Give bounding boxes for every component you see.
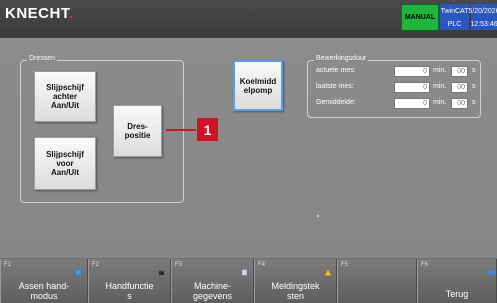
f5-empty-button[interactable]: F5 [337, 259, 417, 303]
document-icon [241, 263, 248, 276]
laatste-mes-sec-unit: s [472, 83, 476, 90]
screen-dot [317, 215, 319, 217]
dressen-group-title: Dressen [27, 55, 58, 62]
f4-label: Meldingstek sten [271, 281, 320, 301]
f4-key-number: F4 [258, 262, 266, 268]
slijpschijf-achter-button[interactable]: Slijpschijf achter Aan/Uit [34, 71, 96, 122]
f2-label: Handfunctie s [105, 281, 154, 301]
f2-handfuncties-button[interactable]: F2 Handfunctie s [88, 259, 171, 303]
globe-icon [75, 263, 82, 276]
f6-terug-button[interactable]: F6 Terug [417, 259, 497, 303]
f6-key-number: F6 [421, 262, 429, 268]
actuele-mes-label: actuele mes: [316, 67, 356, 74]
f2-key-number: F2 [92, 262, 100, 268]
koelmiddelpomp-button[interactable]: Koelmidd elpomp [233, 60, 283, 111]
f3-label: Machine- gegevens [192, 281, 233, 301]
back-arrow-icon [487, 263, 496, 276]
f1-assen-handmodus-button[interactable]: F1 Assen hand- modus [0, 259, 88, 303]
callout-marker: 1 [197, 118, 218, 141]
mode-indicator: MANUAL [401, 4, 439, 31]
laatste-mes-label: laatste mes: [316, 83, 354, 90]
time-display: 12:53:46 [470, 18, 497, 30]
laatste-mes-sec-value: 00 [451, 82, 468, 93]
f3-machinegegevens-button[interactable]: F3 Machine- gegevens [171, 259, 254, 303]
callout-pointer-line [166, 129, 196, 131]
f4-meldingsteksten-button[interactable]: F4 Meldingstek sten [254, 259, 337, 303]
warning-icon [323, 263, 333, 276]
laatste-mes-min-unit: min. [433, 83, 447, 90]
bewerkingsduur-group-title: Bewerkingsduur [314, 55, 369, 62]
f6-label: Terug [445, 289, 469, 299]
actuele-mes-min-unit: min. [433, 67, 447, 74]
actuele-mes-sec-value: 00 [451, 66, 468, 77]
gemiddelde-sec-unit: s [472, 99, 476, 106]
slijpschijf-voor-button[interactable]: Slijpschijf voor Aan/Uit [34, 137, 96, 190]
f3-key-number: F3 [175, 262, 183, 268]
gemiddelde-label: Gemiddelde: [316, 99, 356, 106]
f1-label: Assen hand- modus [18, 281, 70, 301]
actuele-mes-min-value: 0 [394, 66, 430, 77]
f5-key-number: F5 [341, 262, 349, 268]
drespositie-button[interactable]: Dres- positie [113, 105, 162, 157]
plc-indicator: PLC [440, 18, 469, 30]
actuele-mes-sec-unit: s [472, 67, 476, 74]
date-display: 5/20/2026 [468, 4, 497, 18]
twincat-indicator: TwinCAT [440, 4, 469, 18]
knecht-logo: KNECHT. [5, 5, 74, 22]
gemiddelde-min-value: 0 [394, 98, 430, 109]
f1-key-number: F1 [4, 262, 12, 268]
gemiddelde-min-unit: min. [433, 99, 447, 106]
laatste-mes-min-value: 0 [394, 82, 430, 93]
header-bar: KNECHT. MANUAL TwinCAT PLC 5/20/2026 12:… [0, 0, 497, 38]
gemiddelde-sec-value: 00 [451, 98, 468, 109]
hand-icon [158, 263, 165, 275]
